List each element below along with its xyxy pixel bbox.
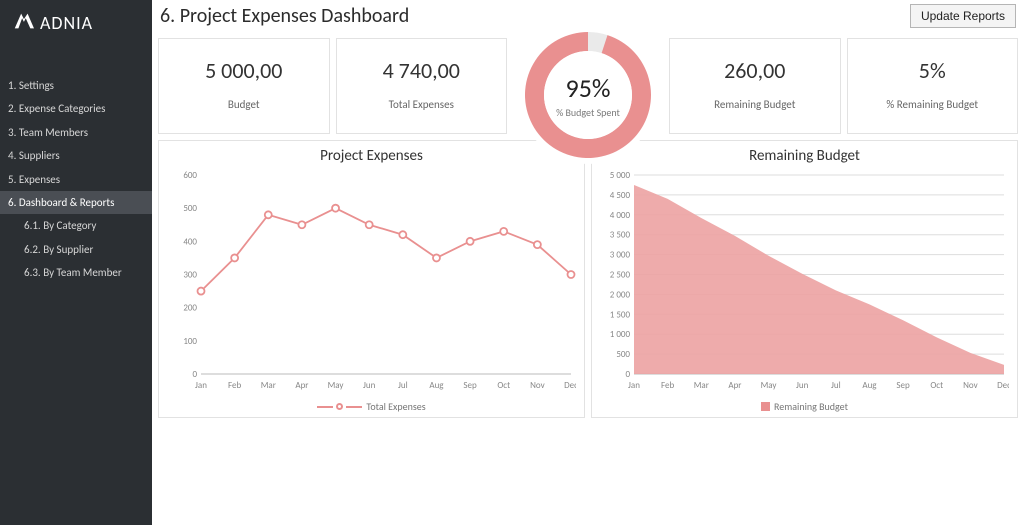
svg-text:Nov: Nov	[530, 380, 545, 391]
brand: ADNIA	[0, 0, 152, 44]
svg-text:3 000: 3 000	[610, 250, 631, 261]
svg-text:200: 200	[183, 303, 197, 314]
legend-remaining-label: Remaining Budget	[774, 400, 848, 413]
svg-text:300: 300	[183, 270, 197, 281]
svg-text:May: May	[328, 380, 345, 391]
update-reports-button[interactable]: Update Reports	[910, 4, 1016, 28]
sidebar-item-0[interactable]: 1. Settings	[0, 74, 152, 97]
kpi-remaining-pct-label: % Remaining Budget	[852, 98, 1014, 111]
kpi-total-label: Total Expenses	[341, 98, 503, 111]
sidebar-menu: 1. Settings2. Expense Categories3. Team …	[0, 74, 152, 285]
svg-text:5 000: 5 000	[610, 170, 631, 181]
charts-row: Project Expenses 0100200300400500600JanF…	[158, 140, 1018, 418]
svg-text:0: 0	[192, 369, 197, 380]
sidebar-item-1[interactable]: 2. Expense Categories	[0, 97, 152, 120]
legend-remaining: Remaining Budget	[600, 400, 1009, 413]
svg-text:Sep: Sep	[896, 380, 910, 391]
svg-text:3 500: 3 500	[610, 230, 631, 241]
sidebar-item-5[interactable]: 6. Dashboard & Reports	[0, 191, 152, 214]
svg-text:Jul: Jul	[398, 380, 408, 391]
brand-logo-icon	[12, 10, 34, 36]
svg-text:Jan: Jan	[628, 380, 640, 391]
donut-label: % Budget Spent	[556, 106, 620, 119]
svg-text:May: May	[761, 380, 778, 391]
project-expenses-line-chart: 0 100 200 300 400 500 600 Jan Feb Mar Apr May Jun Jul…	[167, 169, 576, 394]
kpi-budget-value: 5 000,00	[163, 57, 325, 84]
svg-text:0: 0	[625, 369, 630, 380]
kpi-total-expenses: 4 740,00 Total Expenses	[336, 38, 508, 134]
remaining-budget-area-chart: 0 500 1 000 1 500 2 000 2 500 3 000 3 500 4 000 4…	[600, 169, 1009, 394]
svg-text:Mar: Mar	[261, 380, 276, 391]
svg-text:Sep: Sep	[463, 380, 477, 391]
legend-expenses: Total Expenses	[167, 400, 576, 413]
svg-text:Feb: Feb	[228, 380, 241, 391]
sidebar-item-3[interactable]: 4. Suppliers	[0, 144, 152, 167]
sidebar-item-4[interactable]: 5. Expenses	[0, 168, 152, 191]
svg-text:500: 500	[616, 349, 630, 360]
svg-text:400: 400	[183, 236, 197, 247]
card-remaining-budget: Remaining Budget 0 500 1 000 1 500 2 000 2 50…	[591, 140, 1018, 418]
svg-text:2 500: 2 500	[610, 270, 631, 281]
main-content: 6. Project Expenses Dashboard Update Rep…	[152, 0, 1024, 525]
svg-text:Aug: Aug	[862, 380, 877, 391]
svg-text:Mar: Mar	[694, 380, 709, 391]
svg-text:Apr: Apr	[728, 380, 741, 391]
svg-text:Dec: Dec	[564, 380, 576, 391]
svg-text:Jul: Jul	[831, 380, 841, 391]
kpi-remaining-pct: 5% % Remaining Budget	[847, 38, 1019, 134]
svg-text:Oct: Oct	[497, 380, 510, 391]
svg-text:Aug: Aug	[429, 380, 444, 391]
kpi-row: 5 000,00 Budget 4 740,00 Total Expenses …	[158, 38, 1018, 134]
svg-text:1 500: 1 500	[610, 309, 631, 320]
svg-text:Dec: Dec	[997, 380, 1009, 391]
svg-text:Apr: Apr	[295, 380, 308, 391]
kpi-budget-label: Budget	[163, 98, 325, 111]
svg-text:1 000: 1 000	[610, 329, 631, 340]
card-project-expenses: Project Expenses 0100200300400500600JanF…	[158, 140, 585, 418]
svg-text:100: 100	[183, 336, 197, 347]
svg-text:4 500: 4 500	[610, 190, 631, 201]
donut-value: 95%	[556, 72, 620, 104]
svg-text:Jun: Jun	[796, 380, 809, 391]
sidebar-item-7[interactable]: 6.2. By Supplier	[0, 238, 152, 261]
kpi-remaining-pct-value: 5%	[852, 57, 1014, 84]
svg-text:500: 500	[183, 203, 197, 214]
sidebar: ADNIA 1. Settings2. Expense Categories3.…	[0, 0, 152, 525]
svg-text:Nov: Nov	[963, 380, 978, 391]
kpi-remaining: 260,00 Remaining Budget	[669, 38, 841, 134]
kpi-budget: 5 000,00 Budget	[158, 38, 330, 134]
svg-text:Feb: Feb	[661, 380, 674, 391]
kpi-remaining-label: Remaining Budget	[674, 98, 836, 111]
page-title: 6. Project Expenses Dashboard	[160, 4, 409, 28]
donut-center: 95% % Budget Spent	[556, 72, 620, 119]
svg-text:4 000: 4 000	[610, 210, 631, 221]
brand-name: ADNIA	[40, 12, 93, 34]
budget-spent-donut: 95% % Budget Spent	[513, 20, 663, 170]
kpi-remaining-value: 260,00	[674, 57, 836, 84]
svg-text:Oct: Oct	[930, 380, 943, 391]
sidebar-item-8[interactable]: 6.3. By Team Member	[0, 261, 152, 284]
sidebar-item-2[interactable]: 3. Team Members	[0, 121, 152, 144]
svg-text:2 000: 2 000	[610, 289, 631, 300]
sidebar-item-6[interactable]: 6.1. By Category	[0, 214, 152, 237]
svg-text:Jan: Jan	[195, 380, 207, 391]
svg-text:600: 600	[183, 170, 197, 181]
kpi-total-value: 4 740,00	[341, 57, 503, 84]
legend-expenses-label: Total Expenses	[366, 400, 425, 413]
svg-text:Jun: Jun	[363, 380, 376, 391]
